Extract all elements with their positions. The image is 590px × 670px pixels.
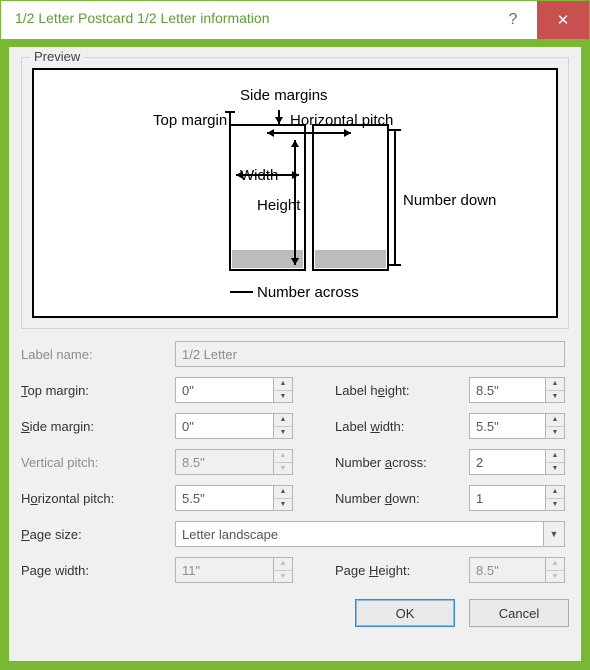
dialog-window: 1/2 Letter Postcard 1/2 Letter informati… <box>0 0 590 670</box>
vertical-pitch-field: ▲▼ <box>175 449 293 475</box>
vertical-pitch-label: Vertical pitch: <box>21 455 169 470</box>
page-width-spinner: ▲▼ <box>273 557 293 583</box>
diagram-label-horizontal-pitch: Horizontal pitch <box>290 112 393 129</box>
diagram-label-side-margins: Side margins <box>240 87 328 104</box>
chevron-up-icon: ▲ <box>546 486 564 499</box>
help-icon: ? <box>509 11 518 29</box>
label-height-input[interactable] <box>469 377 545 403</box>
diagram-label-top-margin: Top margin <box>153 112 227 129</box>
preview-diagram: Side margins Top margin Horizontal pitch… <box>32 68 558 318</box>
preview-svg: Side margins Top margin Horizontal pitch… <box>34 70 556 316</box>
page-size-wrap: ▼ <box>175 521 565 547</box>
page-size-select[interactable]: ▼ <box>175 521 565 547</box>
label-name-field <box>175 341 565 367</box>
label-height-field[interactable]: ▲▼ <box>469 377 565 403</box>
vertical-pitch-input <box>175 449 273 475</box>
chevron-down-icon: ▼ <box>274 571 292 583</box>
chevron-up-icon: ▲ <box>274 414 292 427</box>
dialog-footer: OK Cancel <box>21 599 569 627</box>
chevron-down-icon: ▼ <box>274 463 292 475</box>
page-height-label: Page Height: <box>335 563 463 578</box>
side-margin-spinner[interactable]: ▲▼ <box>273 413 293 439</box>
label-name-field-wrap <box>175 341 565 367</box>
top-margin-input[interactable] <box>175 377 273 403</box>
page-height-spinner: ▲▼ <box>545 557 565 583</box>
label-height-spinner[interactable]: ▲▼ <box>545 377 565 403</box>
chevron-down-icon: ▼ <box>274 427 292 439</box>
side-margin-input[interactable] <box>175 413 273 439</box>
page-height-input <box>469 557 545 583</box>
number-across-input[interactable] <box>469 449 545 475</box>
horizontal-pitch-spinner[interactable]: ▲▼ <box>273 485 293 511</box>
close-icon: ✕ <box>557 11 570 29</box>
horizontal-pitch-input[interactable] <box>175 485 273 511</box>
diagram-label-number-across: Number across <box>257 284 359 301</box>
chevron-up-icon: ▲ <box>274 450 292 463</box>
number-down-spinner[interactable]: ▲▼ <box>545 485 565 511</box>
cancel-button[interactable]: Cancel <box>469 599 569 627</box>
label-name-label: Label name: <box>21 347 169 362</box>
ok-button[interactable]: OK <box>355 599 455 627</box>
top-margin-spinner[interactable]: ▲▼ <box>273 377 293 403</box>
diagram-label-number-down: Number down <box>403 192 496 209</box>
number-across-spinner[interactable]: ▲▼ <box>545 449 565 475</box>
label-width-input[interactable] <box>469 413 545 439</box>
diagram-label-width: Width <box>240 167 278 184</box>
horizontal-pitch-label: Horizontal pitch: <box>21 491 169 506</box>
close-button[interactable]: ✕ <box>537 1 589 39</box>
number-down-field[interactable]: ▲▼ <box>469 485 565 511</box>
chevron-down-icon: ▼ <box>546 427 564 439</box>
number-down-label: Number down: <box>335 491 463 506</box>
side-margin-field[interactable]: ▲▼ <box>175 413 293 439</box>
page-size-dropdown-button[interactable]: ▼ <box>543 521 565 547</box>
label-height-label: Label height: <box>335 383 463 398</box>
vertical-pitch-spinner: ▲▼ <box>273 449 293 475</box>
dialog-body: Preview <box>1 39 589 669</box>
dialog-title: 1/2 Letter Postcard 1/2 Letter informati… <box>1 1 489 39</box>
chevron-up-icon: ▲ <box>274 558 292 571</box>
page-width-input <box>175 557 273 583</box>
chevron-down-icon: ▼ <box>274 499 292 511</box>
page-size-value[interactable] <box>175 521 543 547</box>
chevron-up-icon: ▲ <box>546 414 564 427</box>
chevron-up-icon: ▲ <box>274 486 292 499</box>
help-button[interactable]: ? <box>489 1 537 39</box>
chevron-down-icon: ▼ <box>546 571 564 583</box>
top-margin-label: Top margin: <box>21 383 169 398</box>
page-width-label: Page width: <box>21 563 169 578</box>
preview-legend: Preview <box>30 49 84 64</box>
chevron-down-icon: ▼ <box>550 529 559 539</box>
chevron-down-icon: ▼ <box>274 391 292 403</box>
titlebar: 1/2 Letter Postcard 1/2 Letter informati… <box>1 1 589 39</box>
page-size-label: Page size: <box>21 527 169 542</box>
number-across-field[interactable]: ▲▼ <box>469 449 565 475</box>
top-margin-field[interactable]: ▲▼ <box>175 377 293 403</box>
chevron-up-icon: ▲ <box>274 378 292 391</box>
label-width-spinner[interactable]: ▲▼ <box>545 413 565 439</box>
label-width-field[interactable]: ▲▼ <box>469 413 565 439</box>
form-grid: Label name: Top margin: ▲▼ Label height:… <box>21 341 569 583</box>
chevron-up-icon: ▲ <box>546 378 564 391</box>
number-down-input[interactable] <box>469 485 545 511</box>
label-width-label: Label width: <box>335 419 463 434</box>
chevron-down-icon: ▼ <box>546 499 564 511</box>
horizontal-pitch-field[interactable]: ▲▼ <box>175 485 293 511</box>
chevron-down-icon: ▼ <box>546 463 564 475</box>
chevron-up-icon: ▲ <box>546 450 564 463</box>
page-width-field: ▲▼ <box>175 557 293 583</box>
page-height-field: ▲▼ <box>469 557 565 583</box>
chevron-up-icon: ▲ <box>546 558 564 571</box>
side-margin-label: Side margin: <box>21 419 169 434</box>
number-across-label: Number across: <box>335 455 463 470</box>
diagram-label-height: Height <box>257 197 301 214</box>
chevron-down-icon: ▼ <box>546 391 564 403</box>
preview-fieldset: Preview <box>21 57 569 329</box>
